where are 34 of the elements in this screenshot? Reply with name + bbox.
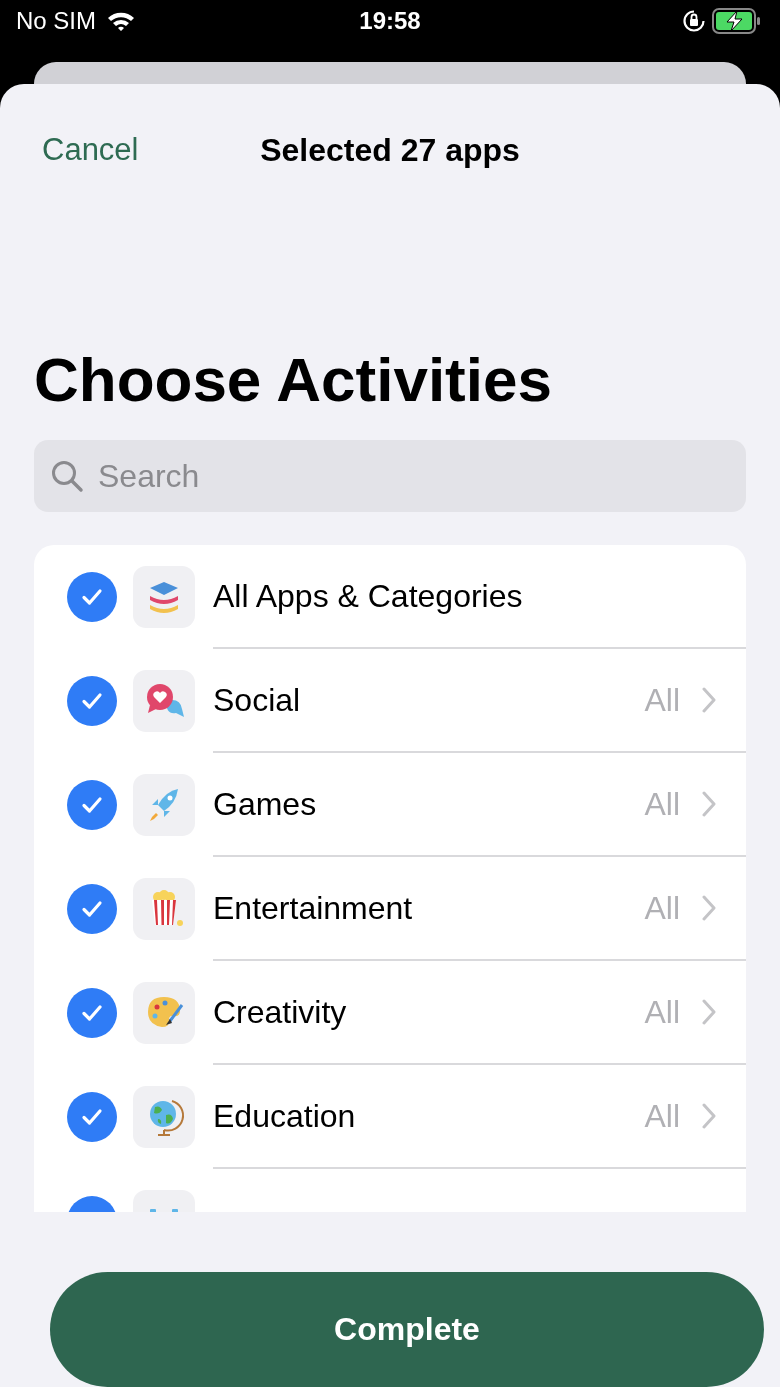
search-field[interactable]: Search — [34, 440, 746, 512]
checkbox[interactable] — [67, 780, 117, 830]
rocket-icon — [133, 774, 195, 836]
scope-label: All — [644, 785, 680, 823]
cancel-button[interactable]: Cancel — [42, 132, 139, 168]
palette-icon — [133, 982, 195, 1044]
battery-charging-icon — [712, 8, 762, 34]
rotation-lock-icon — [682, 9, 706, 33]
clock-time: 19:58 — [358, 7, 422, 35]
wifi-icon — [106, 10, 136, 32]
scope-label: All — [644, 993, 680, 1031]
layers-icon — [133, 566, 195, 628]
popcorn-icon — [133, 878, 195, 940]
checkbox[interactable] — [67, 988, 117, 1038]
category-label[interactable]: Social — [213, 681, 645, 719]
checkbox[interactable] — [67, 572, 117, 622]
complete-button[interactable]: Complete — [50, 1272, 764, 1387]
category-label[interactable]: Creativity — [213, 993, 645, 1031]
carrier-label: No SIM — [16, 7, 96, 35]
checkbox[interactable] — [67, 676, 117, 726]
page-heading: Choose Activities — [34, 344, 553, 416]
chat-bubbles-icon — [133, 670, 195, 732]
category-label[interactable]: Games — [213, 785, 645, 823]
checkbox[interactable] — [67, 884, 117, 934]
scope-label: All — [644, 889, 680, 927]
checkbox[interactable] — [67, 1092, 117, 1142]
category-label[interactable]: Entertainment — [213, 889, 645, 927]
category-label[interactable]: Education — [213, 1097, 645, 1135]
scope-label: All — [644, 681, 680, 719]
category-label[interactable]: All Apps & Categories — [213, 577, 716, 615]
search-icon — [50, 459, 84, 493]
scope-label: All — [644, 1097, 680, 1135]
globe-icon — [133, 1086, 195, 1148]
nav-title: Selected 27 apps — [259, 131, 521, 169]
